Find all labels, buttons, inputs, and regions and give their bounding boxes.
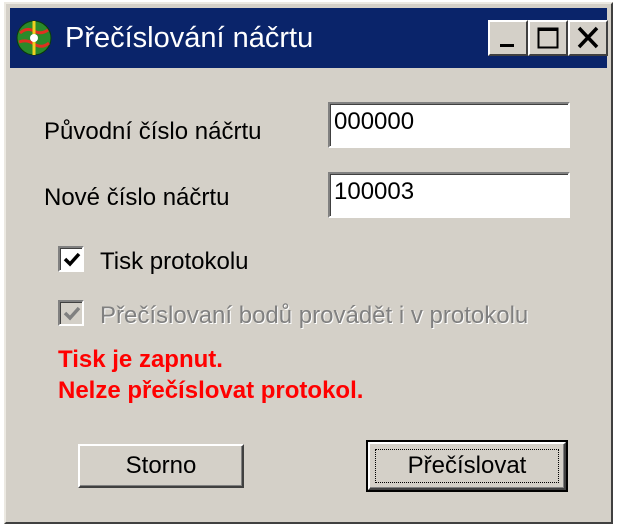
- title-bar[interactable]: Přečíslování náčrtu: [10, 8, 608, 68]
- print-protocol-checkbox[interactable]: [58, 246, 84, 272]
- original-number-label: Původní číslo náčrtu: [44, 118, 262, 145]
- close-icon: [577, 26, 599, 49]
- minimize-icon: [500, 44, 514, 47]
- new-number-label: Nové číslo náčrtu: [44, 184, 230, 211]
- renumber-button-label: Přečíslovat: [407, 452, 527, 479]
- minimize-button[interactable]: [488, 20, 528, 56]
- warning-line-1: Tisk je zapnut.: [58, 346, 223, 373]
- cancel-button-label: Storno: [125, 452, 197, 479]
- warning-message: Tisk je zapnut. Nelze přečíslovat protok…: [58, 344, 363, 406]
- dialog-window: Přečíslování náčrtu Původní číslo náčrtu…: [4, 2, 613, 524]
- renumber-in-protocol-label[interactable]: Přečíslovaní bodů provádět i v protokolu: [100, 302, 528, 330]
- warning-line-2: Nelze přečíslovat protokol.: [58, 377, 364, 404]
- renumber-button[interactable]: Přečíslovat: [366, 440, 568, 492]
- renumber-in-protocol-checkbox[interactable]: [58, 300, 84, 326]
- original-number-input[interactable]: 000000: [328, 102, 570, 148]
- maximize-icon: [537, 27, 559, 49]
- app-globe-icon[interactable]: [15, 19, 53, 57]
- checkmark-icon: [63, 252, 81, 267]
- close-button[interactable]: [568, 20, 608, 56]
- new-number-input[interactable]: 100003: [328, 172, 570, 218]
- maximize-button[interactable]: [528, 20, 568, 56]
- checkmark-icon: [63, 306, 81, 321]
- window-title: Přečíslování náčrtu: [65, 22, 314, 54]
- print-protocol-label[interactable]: Tisk protokolu: [100, 248, 249, 276]
- cancel-button[interactable]: Storno: [78, 444, 244, 488]
